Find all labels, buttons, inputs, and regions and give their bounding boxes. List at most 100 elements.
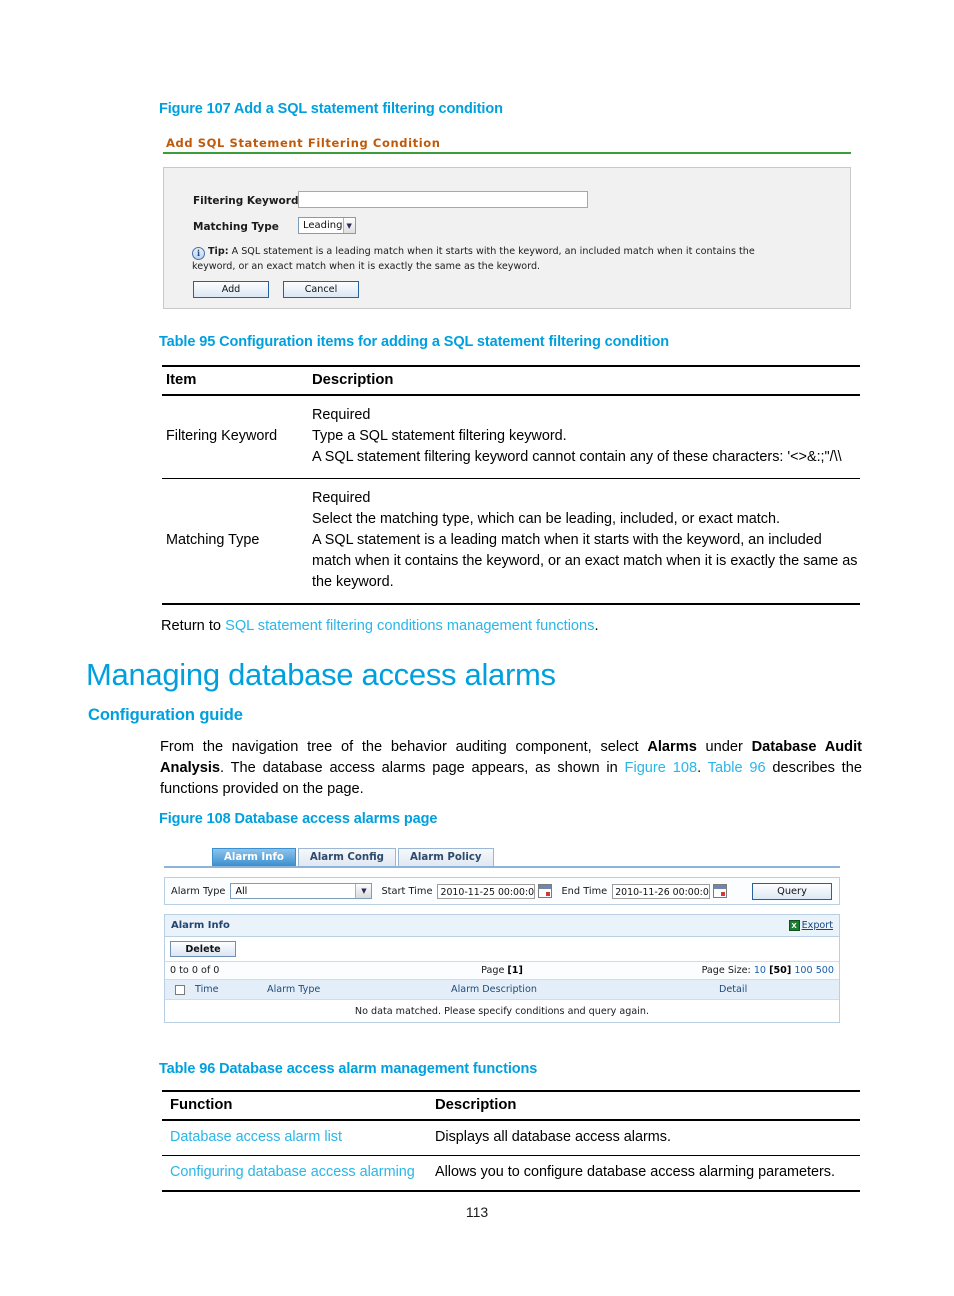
section-heading: Configuration guide <box>88 706 243 724</box>
page-size-500[interactable]: 500 <box>816 965 834 976</box>
link-table-96[interactable]: Table 96 <box>708 760 766 776</box>
table-96: Function Description Database access ala… <box>162 1090 860 1192</box>
table-95-col-item: Item <box>162 365 312 396</box>
export-link[interactable]: Export <box>802 920 833 931</box>
table-96-r1-function[interactable]: Database access alarm list <box>162 1120 435 1156</box>
page-number: 113 <box>465 1204 489 1220</box>
chevron-down-icon: ▼ <box>355 884 372 898</box>
table-96-r2-function[interactable]: Configuring database access alarming <box>162 1155 435 1192</box>
figure-107-screenshot: Add SQL Statement Filtering Condition Fi… <box>163 136 851 309</box>
table-96-caption: Table 96 Database access alarm managemen… <box>159 1061 538 1077</box>
document-page: Figure 107 Add a SQL statement filtering… <box>0 0 954 1296</box>
tip-text: i Tip: A SQL statement is a leading match… <box>192 245 792 274</box>
return-suffix: . <box>594 618 599 634</box>
table-column-header: Time Alarm Type Alarm Description Detail <box>165 980 839 1000</box>
end-time-input[interactable]: 2010-11-26 00:00:00 <box>612 883 711 899</box>
tip-prefix: Tip: <box>208 246 229 257</box>
panel-title: Alarm Info <box>171 920 230 931</box>
alarm-type-select[interactable]: All ▼ <box>230 883 373 899</box>
table-95: Item Description Filtering Keyword Requi… <box>162 365 860 605</box>
tab-alarm-info[interactable]: Alarm Info <box>212 848 296 866</box>
table-row: Matching Type Required Select the matchi… <box>162 478 860 605</box>
delete-button[interactable]: Delete <box>170 941 236 957</box>
para-part3: . The database access alarms page appear… <box>220 759 625 776</box>
page-size-10[interactable]: 10 <box>754 965 766 976</box>
table-95-r1-item: Filtering Keyword <box>162 395 312 479</box>
tip-body: A SQL statement is a leading match when … <box>192 246 755 272</box>
page-value: [1] <box>507 965 523 976</box>
figure-108-screenshot: Alarm Info Alarm Config Alarm Policy Ala… <box>164 848 840 1023</box>
pagination-row: 0 to 0 of 0 Page [1] Page Size: 10 [50] … <box>165 962 839 980</box>
alarm-type-value: All <box>235 885 248 897</box>
table-96-header-row: Function Description <box>162 1090 860 1121</box>
desc-line: A SQL statement is a leading match when … <box>312 532 858 590</box>
table-96-col-function: Function <box>162 1090 435 1121</box>
page-size-100[interactable]: 100 <box>794 965 812 976</box>
checkbox-icon[interactable] <box>175 984 185 995</box>
desc-line: Required <box>312 407 371 423</box>
dialog-body: Filtering Keyword Matching Type Leading … <box>163 167 851 309</box>
info-icon: i <box>192 247 205 260</box>
page-size-50-selected[interactable]: [50] <box>769 965 791 976</box>
empty-state-message: No data matched. Please specify conditio… <box>165 1000 839 1022</box>
link-figure-108[interactable]: Figure 108 <box>625 760 698 776</box>
matching-type-value: Leading <box>303 220 343 231</box>
start-time-input[interactable]: 2010-11-25 00:00:00 <box>437 883 536 899</box>
table-95-r2-item: Matching Type <box>162 478 312 605</box>
table-96-r1-desc: Displays all database access alarms. <box>435 1120 860 1156</box>
tab-alarm-policy[interactable]: Alarm Policy <box>397 848 494 866</box>
alarm-info-panel: Alarm Info X Export Delete 0 to 0 of 0 P… <box>164 914 840 1023</box>
page-label: Page <box>481 965 505 976</box>
table-96-r2-desc: Allows you to configure database access … <box>435 1155 860 1192</box>
page-size-control: Page Size: 10 [50] 100 500 <box>702 965 834 976</box>
column-alarm-description: Alarm Description <box>451 984 537 995</box>
desc-line: Type a SQL statement filtering keyword. <box>312 428 567 444</box>
table-row: Filtering Keyword Required Type a SQL st… <box>162 395 860 479</box>
matching-type-select[interactable]: Leading ▼ <box>298 217 356 234</box>
calendar-icon[interactable] <box>538 884 553 898</box>
para-bold-alarms: Alarms <box>647 739 697 755</box>
table-95-header-row: Item Description <box>162 365 860 396</box>
page-title: Managing database access alarms <box>86 657 556 692</box>
figure-107-caption: Figure 107 Add a SQL statement filtering… <box>159 101 503 117</box>
export-control[interactable]: X Export <box>788 920 833 931</box>
column-detail: Detail <box>719 984 748 995</box>
matching-type-label: Matching Type <box>193 221 279 233</box>
return-to-line: Return to SQL statement filtering condit… <box>161 616 861 637</box>
calendar-icon[interactable] <box>713 884 728 898</box>
para-part4: . <box>697 759 708 776</box>
desc-line: Select the matching type, which can be l… <box>312 511 780 527</box>
excel-icon: X <box>788 920 800 931</box>
table-95-r2-desc: Required Select the matching type, which… <box>312 478 860 605</box>
table-row: Configuring database access alarming All… <box>162 1155 860 1192</box>
para-part2: under <box>696 739 752 755</box>
desc-line: Required <box>312 490 371 506</box>
table-95-caption: Table 95 Configuration items for adding … <box>159 334 669 350</box>
filtering-keyword-input[interactable] <box>298 191 588 208</box>
query-bar: Alarm Type All ▼ Start Time 2010-11-25 0… <box>164 877 840 905</box>
query-button[interactable]: Query <box>752 882 832 900</box>
tab-alarm-config[interactable]: Alarm Config <box>297 848 396 866</box>
tab-bar: Alarm Info Alarm Config Alarm Policy <box>164 848 840 868</box>
column-alarm-type: Alarm Type <box>267 984 321 995</box>
figure-108-caption: Figure 108 Database access alarms page <box>159 811 438 827</box>
start-time-label: Start Time <box>381 885 433 897</box>
title-underline <box>163 152 851 154</box>
desc-line: A SQL statement filtering keyword cannot… <box>312 449 842 465</box>
panel-toolbar: Delete <box>165 937 839 962</box>
panel-header: Alarm Info X Export <box>165 915 839 937</box>
return-link[interactable]: SQL statement filtering conditions manag… <box>225 618 594 634</box>
cancel-button[interactable]: Cancel <box>283 281 359 298</box>
table-96-col-description: Description <box>435 1090 860 1121</box>
para-part1: From the navigation tree of the behavior… <box>160 739 648 755</box>
chevron-down-icon: ▼ <box>342 218 355 233</box>
end-time-label: End Time <box>561 885 608 897</box>
select-all-cell[interactable] <box>165 984 195 995</box>
add-button[interactable]: Add <box>193 281 269 298</box>
alarm-type-label: Alarm Type <box>171 885 226 897</box>
filtering-keyword-label: Filtering Keyword <box>193 195 299 207</box>
column-time: Time <box>195 984 219 995</box>
page-size-label: Page Size: <box>701 965 751 976</box>
return-prefix: Return to <box>161 618 226 634</box>
table-95-col-description: Description <box>312 365 860 396</box>
